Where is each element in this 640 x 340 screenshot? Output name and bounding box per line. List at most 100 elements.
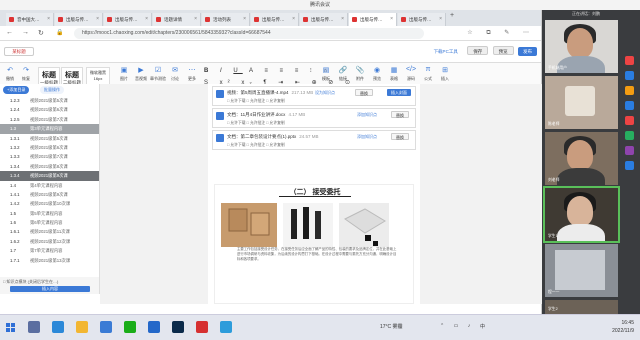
insert-cover-button[interactable]: 插入封面 xyxy=(387,89,411,96)
chapter-row[interactable]: 1.3.2 视频2021级第6次课 xyxy=(0,143,99,152)
app-icon[interactable] xyxy=(624,131,634,140)
chapter-row[interactable]: 1.6 第6单元课程内容 xyxy=(0,218,99,227)
chapter-row[interactable]: 1.3 第3单元课程内容 xyxy=(0,124,99,134)
ime-indicator[interactable]: 中 xyxy=(480,323,485,330)
app-icon[interactable] xyxy=(148,321,160,333)
chapter-row[interactable]: 1.4.1 视频2021级第9次课 xyxy=(0,190,99,199)
toolbar-source[interactable]: </> 源码 xyxy=(403,66,419,82)
tencent-meeting-icon[interactable] xyxy=(220,321,232,333)
participant-tile[interactable]: 学生2 xyxy=(545,300,618,314)
font-select[interactable]: 微软雅黑 16px xyxy=(86,67,110,85)
browser-tools[interactable]: ☆ ⧉ ✎ ⋯ xyxy=(467,29,535,37)
replace-button[interactable]: 替换 xyxy=(391,111,409,118)
tray-icons[interactable]: ⌃ ▭ ♪ xyxy=(440,323,474,329)
edge-icon[interactable] xyxy=(52,321,64,333)
toolbar-formula[interactable]: π 公式 xyxy=(420,66,436,82)
preview-button[interactable]: 预览 xyxy=(492,46,514,55)
browser-tab[interactable]: 活动列表 × xyxy=(202,13,250,26)
toolbar-table[interactable]: ▦ 表格 xyxy=(386,66,402,82)
close-icon[interactable]: × xyxy=(194,13,197,26)
url-field[interactable]: https://mooc1.chaoxing.com/edit/chapters… xyxy=(74,28,424,39)
publish-button[interactable]: 发布 xyxy=(518,47,537,56)
chapter-row[interactable]: 1.4.2 视频2021级第10次课 xyxy=(0,199,99,208)
attachment-pptx[interactable]: 文档：第二章包装设计要点(1).pptx 24.57 MB 添加知识点 替换 □ … xyxy=(212,130,416,150)
chapter-row[interactable]: 1.3.1 视频2021级第5次课 xyxy=(0,134,99,143)
chapter-row[interactable]: 1.6.2 视频2021级第12次课 xyxy=(0,237,99,246)
app-icon[interactable] xyxy=(624,71,634,80)
weather-status[interactable]: 17°C 雾霾 xyxy=(380,323,403,330)
chapter-row[interactable]: 1.2.5 视频2021级第7次课 xyxy=(0,115,99,124)
add-knowledge-button[interactable]: 添加知识点 xyxy=(353,111,381,118)
format-buttons[interactable]: B I U A ≡ ≡ ≡ ⁝ ⌂ xyxy=(204,67,332,74)
insert-content-button[interactable]: 插入内容 xyxy=(10,286,90,292)
chapter-row[interactable]: 1.3.4 视频2021级第9次课 xyxy=(0,171,99,181)
chapter-row[interactable]: 1.2.4 视频2021级第6次课 xyxy=(0,105,99,114)
redo-button[interactable]: ↷ 恢复 xyxy=(18,66,34,82)
app-icon[interactable] xyxy=(100,321,112,333)
wechat-icon[interactable] xyxy=(124,321,136,333)
attachment-video[interactable]: 视频：第5周周五直播课-4.mp4 217.13 MB 设为知识点 替换 插入封面… xyxy=(212,86,416,106)
browser-tab[interactable]: 出版与传… × xyxy=(55,13,103,26)
chapter-row[interactable]: 1.3.3 视频2021级第7次课 xyxy=(0,152,99,161)
participant-tile-speaking[interactable]: 学生1 xyxy=(543,186,620,243)
toolbar-media[interactable]: ▶ 音视频 xyxy=(133,66,149,82)
close-icon[interactable]: × xyxy=(292,13,295,26)
app-icon[interactable] xyxy=(624,86,634,95)
app-icon[interactable] xyxy=(624,146,634,155)
windows-start-icon[interactable] xyxy=(6,323,16,333)
browser-tab[interactable]: 音中国大… × xyxy=(6,13,54,26)
close-icon[interactable]: × xyxy=(341,13,344,26)
toolbar-more[interactable]: ⋯ 更多 xyxy=(184,66,200,82)
chapter-row[interactable]: 1.3.4 视频2021级第8次课 xyxy=(0,162,99,171)
browser-tab[interactable]: 出版与传… × xyxy=(104,13,152,26)
toolbar-preview[interactable]: ◉ 预览 xyxy=(369,66,385,82)
chapter-row[interactable]: 1.5 第5单元课程内容 xyxy=(0,209,99,218)
wps-icon[interactable] xyxy=(196,321,208,333)
participant-tile[interactable]: 程一一 xyxy=(545,244,618,297)
chapter-row[interactable]: 1.2.3 视频2021级第5次课 xyxy=(0,96,99,105)
new-tab-icon[interactable]: + xyxy=(450,12,454,19)
attachment-docx[interactable]: 文档：11月4日作业讲评.docx 4.17 MB 添加知识点 替换 □ 允许下载… xyxy=(212,108,416,128)
add-knowledge-button[interactable]: 添加知识点 xyxy=(353,133,381,140)
toolbar-discussion[interactable]: ✉ 讨论 xyxy=(167,66,183,82)
participant-tile[interactable]: 刘老师 xyxy=(545,132,618,185)
subheading-style-button[interactable]: 标题 二级标题 xyxy=(61,67,83,85)
app-icon[interactable] xyxy=(624,116,634,125)
browser-tab[interactable]: 出版与传… × xyxy=(300,13,348,26)
chapter-row[interactable]: 1.7 第7单元课程内容 xyxy=(0,246,99,255)
toolbar-images[interactable]: ▣ 图片 xyxy=(116,66,132,82)
set-knowledge-button[interactable]: 设为知识点 xyxy=(311,89,339,96)
close-icon[interactable]: × xyxy=(243,13,246,26)
chapter-row[interactable]: 1.4 第4单元课程内容 xyxy=(0,181,99,190)
browser-tab[interactable]: 出版与传… × xyxy=(398,13,446,26)
close-icon[interactable]: × xyxy=(96,13,99,26)
folder-icon[interactable] xyxy=(76,321,88,333)
refresh-icon[interactable]: ↻ xyxy=(38,29,44,37)
toolbar-link[interactable]: 🔗 链接 xyxy=(335,66,351,82)
download-pc-tool-link[interactable]: 下载PC工具 xyxy=(429,47,463,56)
participant-tile[interactable]: 陈老师 xyxy=(545,76,618,129)
forward-icon[interactable]: → xyxy=(22,29,29,36)
toolbar-template[interactable]: ▤ 模板 xyxy=(318,66,334,82)
back-icon[interactable]: ← xyxy=(6,29,13,36)
document-canvas[interactable]: 视频：第5周周五直播课-4.mp4 217.13 MB 设为知识点 替换 插入封面… xyxy=(208,84,420,304)
browser-tab-active[interactable]: 出版与传… × xyxy=(349,13,397,26)
photoshop-icon[interactable] xyxy=(172,321,184,333)
close-icon[interactable]: × xyxy=(439,13,442,26)
app-icon[interactable] xyxy=(624,101,634,110)
participant-tile[interactable]: 手机端用户 xyxy=(545,20,618,73)
search-icon[interactable] xyxy=(28,321,40,333)
app-icon[interactable] xyxy=(624,161,634,170)
close-icon[interactable]: × xyxy=(145,13,148,26)
heading-style-button[interactable]: 标题 一级标题 xyxy=(38,67,60,85)
toolbar-quiz[interactable]: ☑ 章节测验 xyxy=(150,66,166,82)
chapter-row[interactable]: 1.6.1 视频2021级第11次课 xyxy=(0,227,99,236)
close-icon[interactable]: × xyxy=(390,13,393,26)
close-icon[interactable]: × xyxy=(47,13,50,26)
app-icon[interactable] xyxy=(624,56,634,65)
replace-button[interactable]: 替换 xyxy=(391,133,409,140)
save-button[interactable]: 保存 xyxy=(467,46,489,55)
batch-operation-button[interactable]: 批量操作 xyxy=(40,86,64,94)
toolbar-insert[interactable]: ⊞ 插入 xyxy=(437,66,453,82)
toolbar-attachment[interactable]: 📎 附件 xyxy=(352,66,368,82)
